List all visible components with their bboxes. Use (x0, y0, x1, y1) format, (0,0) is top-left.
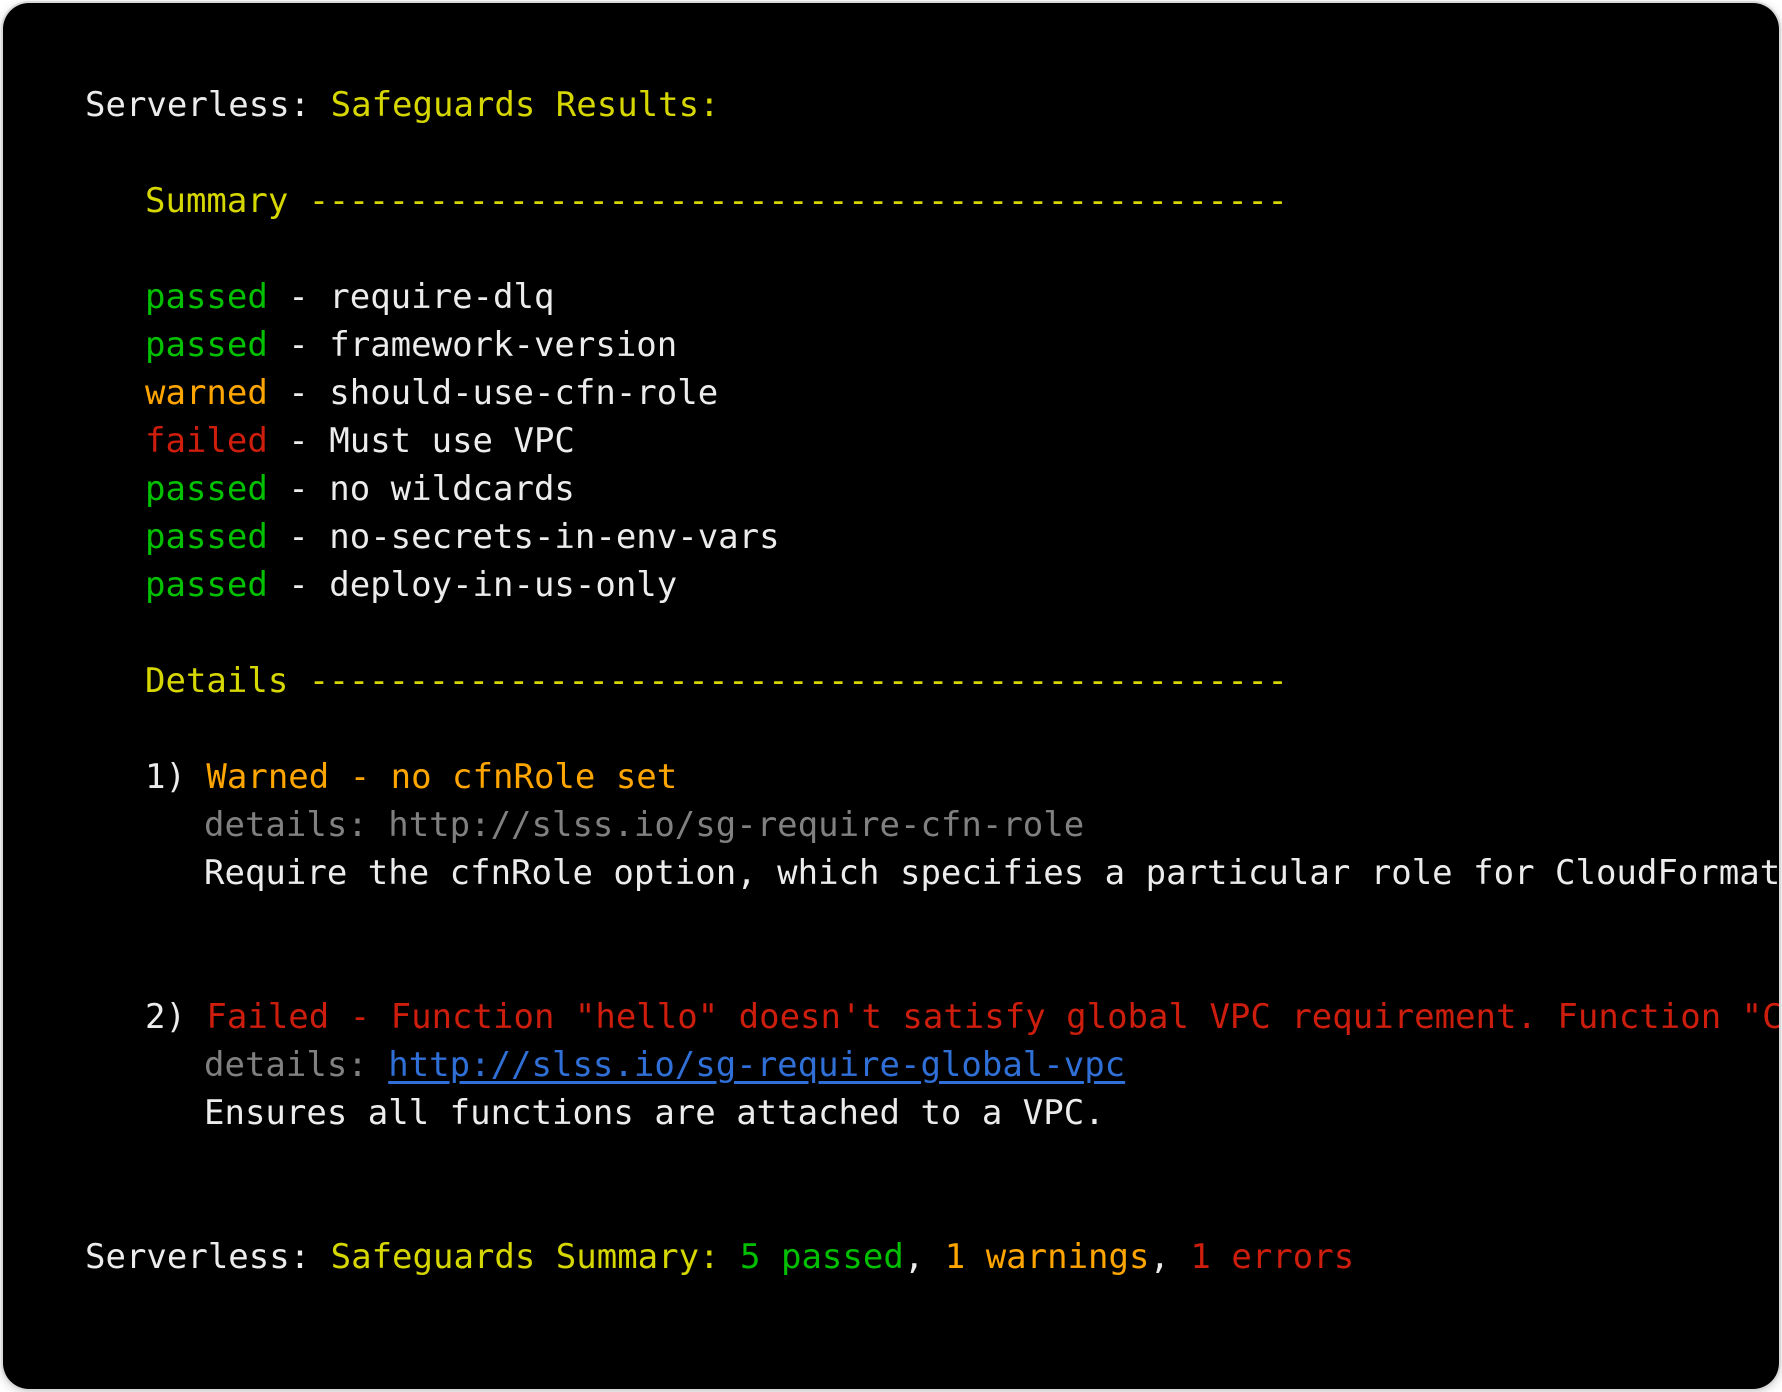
summary-item-name: Must use VPC (329, 421, 575, 461)
footer-passed-count: 5 passed (740, 1237, 904, 1277)
summary-item: passed - framework-version (145, 321, 677, 369)
summary-item-name: no wildcards (329, 469, 575, 509)
summary-item-separator: - (267, 421, 330, 461)
footer-errors-count: 1 errors (1190, 1237, 1355, 1277)
summary-heading-line: Summary --------------------------------… (145, 177, 1288, 225)
detail-entry-description-text: Require the cfnRole option, which specif… (204, 853, 1779, 893)
summary-item: passed - no wildcards (145, 465, 575, 513)
summary-item-name: framework-version (329, 325, 678, 365)
summary-item-separator: - (267, 325, 330, 365)
detail-entry-number: 1) (145, 757, 207, 797)
summary-item-separator: - (267, 565, 330, 605)
detail-entry-details-line: details: http://slss.io/sg-require-cfn-r… (204, 801, 1084, 849)
summary-item: failed - Must use VPC (145, 417, 575, 465)
summary-item: passed - require-dlq (145, 273, 554, 321)
summary-item: passed - deploy-in-us-only (145, 561, 677, 609)
summary-item-separator: - (267, 277, 330, 317)
footer-separator: , (1149, 1237, 1191, 1277)
summary-item-status: passed (145, 565, 268, 605)
detail-entry-details-label: details: (204, 805, 389, 845)
details-heading-line: Details --------------------------------… (145, 657, 1288, 705)
detail-entry-description-text: Ensures all functions are attached to a … (204, 1093, 1105, 1133)
header-title: Safeguards Results: (330, 85, 720, 125)
footer-warnings-count: 1 warnings (944, 1237, 1150, 1277)
summary-item-separator: - (267, 469, 330, 509)
detail-entry-description: Ensures all functions are attached to a … (204, 1089, 1105, 1137)
detail-entry-title: Warned - no cfnRole set (206, 757, 678, 797)
footer-prefix: Serverless: (85, 1237, 331, 1277)
summary-item-separator: - (267, 373, 330, 413)
footer-label: Safeguards Summary: (330, 1237, 741, 1277)
detail-entry-title-line: 1) Warned - no cfnRole set (145, 753, 677, 801)
safeguards-summary-line: Serverless: Safeguards Summary: 5 passed… (85, 1233, 1354, 1281)
detail-entry-details-url: http://slss.io/sg-require-cfn-role (388, 805, 1085, 845)
summary-item: passed - no-secrets-in-env-vars (145, 513, 780, 561)
summary-item-separator: - (267, 517, 330, 557)
summary-item-name: deploy-in-us-only (329, 565, 678, 605)
summary-item-status: passed (145, 469, 268, 509)
summary-item-name: no-secrets-in-env-vars (329, 517, 780, 557)
summary-item: warned - should-use-cfn-role (145, 369, 718, 417)
detail-entry-details-link[interactable]: http://slss.io/sg-require-global-vpc (388, 1045, 1125, 1085)
summary-heading: Summary (145, 181, 289, 221)
detail-entry-description: Require the cfnRole option, which specif… (204, 849, 1779, 897)
detail-entry-title-line: 2) Failed - Function "hello" doesn't sat… (145, 993, 1779, 1041)
summary-item-status: passed (145, 277, 268, 317)
results-header-line: Serverless: Safeguards Results: (85, 81, 720, 129)
terminal-window: Serverless: Safeguards Results: Summary … (3, 3, 1779, 1389)
summary-item-name: require-dlq (329, 277, 555, 317)
summary-item-status: warned (145, 373, 268, 413)
summary-item-name: should-use-cfn-role (329, 373, 719, 413)
details-rule: ----------------------------------------… (308, 661, 1288, 701)
footer-separator: , (903, 1237, 945, 1277)
details-heading: Details (145, 661, 289, 701)
detail-entry-title: Failed - Function "hello" doesn't satisf… (206, 997, 1779, 1037)
detail-entry-number: 2) (145, 997, 207, 1037)
detail-entry-details-line: details: http://slss.io/sg-require-globa… (204, 1041, 1125, 1089)
summary-rule: ----------------------------------------… (308, 181, 1288, 221)
header-prefix: Serverless: (85, 85, 331, 125)
detail-entry-details-label: details: (204, 1045, 389, 1085)
summary-item-status: failed (145, 421, 268, 461)
summary-item-status: passed (145, 325, 268, 365)
summary-item-status: passed (145, 517, 268, 557)
